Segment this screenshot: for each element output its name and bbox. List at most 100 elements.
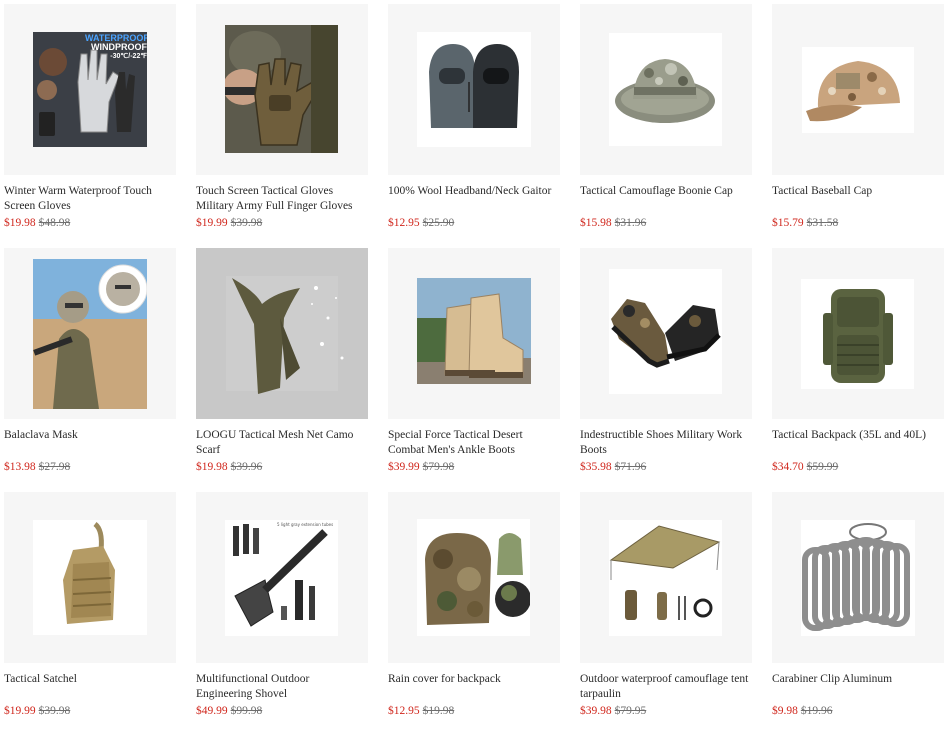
baseball-cap-icon	[802, 47, 914, 133]
product-title[interactable]: Special Force Tactical Desert Combat Men…	[388, 428, 560, 458]
product-card[interactable]: Tactical Backpack (35L and 40L) $34.70 $5…	[772, 248, 944, 492]
product-image[interactable]	[580, 492, 752, 663]
product-title[interactable]: Touch Screen Tactical Gloves Military Ar…	[196, 184, 368, 214]
product-title[interactable]: Tactical Backpack (35L and 40L)	[772, 428, 944, 458]
sale-price: $19.98	[196, 461, 228, 473]
sale-price: $34.70	[772, 461, 804, 473]
original-price: $79.95	[614, 705, 647, 717]
product-image[interactable]	[196, 248, 368, 419]
product-card[interactable]: Tactical Satchel $19.99 $39.98	[4, 492, 176, 736]
product-card[interactable]: Outdoor waterproof camouflage tent tarpa…	[580, 492, 752, 736]
tarp-icon	[609, 520, 722, 636]
product-title[interactable]: 100% Wool Headband/Neck Gaitor	[388, 184, 560, 214]
product-card[interactable]: Touch Screen Tactical Gloves Military Ar…	[196, 4, 368, 248]
product-card[interactable]: Carabiner Clip Aluminum $9.98 $19.96	[772, 492, 944, 736]
product-image[interactable]: WATERPROOF WINDPROOF -30℃/-22℉	[4, 4, 176, 175]
original-price: $39.96	[230, 461, 263, 473]
product-image[interactable]	[4, 248, 176, 419]
product-title[interactable]: Indestructible Shoes Military Work Boots	[580, 428, 752, 458]
product-prices: $12.95 $19.98	[388, 705, 560, 717]
backpack-icon	[801, 279, 914, 389]
product-image[interactable]	[772, 492, 944, 663]
product-card[interactable]: Tactical Baseball Cap $15.79 $31.58	[772, 4, 944, 248]
product-image[interactable]	[388, 4, 560, 175]
product-image[interactable]	[4, 492, 176, 663]
product-title[interactable]: Tactical Camouflage Boonie Cap	[580, 184, 752, 214]
product-image[interactable]: 5 light gray extension tubes	[196, 492, 368, 663]
sale-price: $49.99	[196, 705, 228, 717]
product-image[interactable]	[772, 248, 944, 419]
product-card[interactable]: 100% Wool Headband/Neck Gaitor $12.95 $25…	[388, 4, 560, 248]
shovel-icon: 5 light gray extension tubes	[225, 520, 338, 636]
sale-price: $35.98	[580, 461, 612, 473]
product-image[interactable]	[196, 4, 368, 175]
product-card[interactable]: 5 light gray extension tubes Multifuncti…	[196, 492, 368, 736]
product-image[interactable]	[580, 4, 752, 175]
product-card[interactable]: LOOGU Tactical Mesh Net Camo Scarf $19.9…	[196, 248, 368, 492]
product-prices: $12.95 $25.90	[388, 217, 560, 229]
product-image[interactable]	[388, 492, 560, 663]
product-title[interactable]: Outdoor waterproof camouflage tent tarpa…	[580, 672, 752, 702]
product-title[interactable]: Winter Warm Waterproof Touch Screen Glov…	[4, 184, 176, 214]
boonie-hat-icon	[609, 33, 722, 146]
product-card[interactable]: WATERPROOF WINDPROOF -30℃/-22℉ Winter Wa…	[4, 4, 176, 248]
scarf-icon	[196, 248, 368, 419]
rain-cover-icon	[417, 519, 530, 636]
product-card[interactable]: Tactical Camouflage Boonie Cap $15.98 $31…	[580, 4, 752, 248]
product-prices: $35.98 $71.96	[580, 461, 752, 473]
desert-boots-icon	[417, 278, 531, 384]
product-prices: $19.99 $39.98	[4, 705, 176, 717]
product-grid: WATERPROOF WINDPROOF -30℃/-22℉ Winter Wa…	[4, 4, 944, 736]
product-title[interactable]: LOOGU Tactical Mesh Net Camo Scarf	[196, 428, 368, 458]
sale-price: $39.98	[580, 705, 612, 717]
sale-price: $12.95	[388, 705, 420, 717]
product-title[interactable]: Multifunctional Outdoor Engineering Shov…	[196, 672, 368, 702]
product-prices: $19.98 $48.98	[4, 217, 176, 229]
satchel-icon	[33, 520, 147, 635]
product-card[interactable]: Indestructible Shoes Military Work Boots…	[580, 248, 752, 492]
sale-price: $19.99	[4, 705, 36, 717]
tactical-gloves-icon	[225, 25, 338, 153]
badge-sub: -30℃/-22℉	[110, 53, 147, 60]
product-card[interactable]: Balaclava Mask $13.98 $27.98	[4, 248, 176, 492]
product-title[interactable]: Tactical Satchel	[4, 672, 176, 702]
sale-price: $15.79	[772, 217, 804, 229]
original-price: $39.98	[38, 705, 71, 717]
original-price: $39.98	[230, 217, 263, 229]
image-caption: 5 light gray extension tubes	[277, 522, 334, 527]
neck-gaiter-icon	[417, 32, 531, 147]
sale-price: $19.99	[196, 217, 228, 229]
sale-price: $9.98	[772, 705, 798, 717]
product-title[interactable]: Tactical Baseball Cap	[772, 184, 944, 214]
original-price: $31.58	[806, 217, 839, 229]
original-price: $31.96	[614, 217, 647, 229]
original-price: $27.98	[38, 461, 71, 473]
product-card[interactable]: Special Force Tactical Desert Combat Men…	[388, 248, 560, 492]
product-prices: $34.70 $59.99	[772, 461, 944, 473]
camo-shoes-icon	[609, 269, 722, 394]
original-price: $19.96	[800, 705, 833, 717]
product-prices: $13.98 $27.98	[4, 461, 176, 473]
product-card[interactable]: Rain cover for backpack $12.95 $19.98	[388, 492, 560, 736]
sale-price: $19.98	[4, 217, 36, 229]
product-prices: $19.99 $39.98	[196, 217, 368, 229]
product-image[interactable]	[772, 4, 944, 175]
product-prices: $15.79 $31.58	[772, 217, 944, 229]
product-title[interactable]: Carabiner Clip Aluminum	[772, 672, 944, 702]
original-price: $19.98	[422, 705, 455, 717]
product-prices: $19.98 $39.96	[196, 461, 368, 473]
product-image[interactable]	[388, 248, 560, 419]
original-price: $79.98	[422, 461, 455, 473]
product-title[interactable]: Rain cover for backpack	[388, 672, 560, 702]
product-prices: $9.98 $19.96	[772, 705, 944, 717]
product-prices: $39.98 $79.95	[580, 705, 752, 717]
original-price: $59.99	[806, 461, 839, 473]
product-title[interactable]: Balaclava Mask	[4, 428, 176, 458]
balaclava-icon	[33, 259, 147, 409]
product-image[interactable]	[580, 248, 752, 419]
badge-line: WINDPROOF	[91, 42, 147, 52]
sale-price: $13.98	[4, 461, 36, 473]
sale-price: $39.99	[388, 461, 420, 473]
original-price: $71.96	[614, 461, 647, 473]
sale-price: $15.98	[580, 217, 612, 229]
